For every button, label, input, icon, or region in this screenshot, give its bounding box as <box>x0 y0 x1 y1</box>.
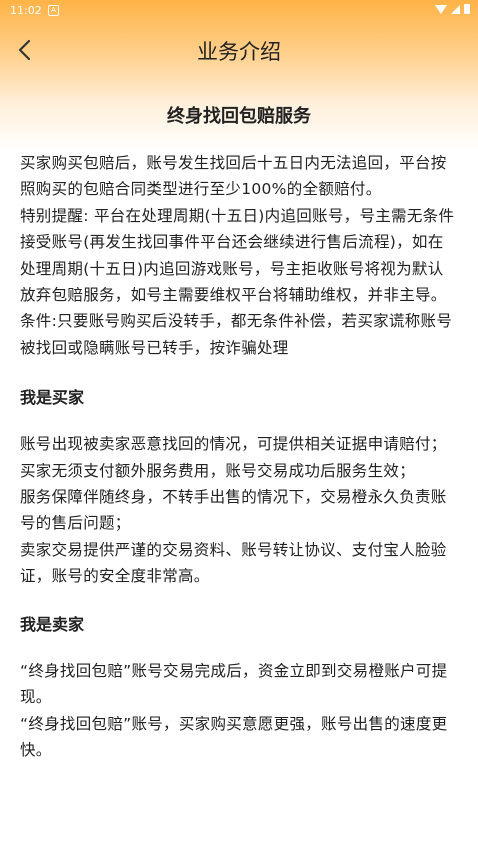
navbar: 业务介绍 <box>0 28 478 74</box>
buyer-paragraph: 买家无须支付额外服务费用，账号交易成功后服务生效； <box>20 461 416 480</box>
status-bar: 11:02 A <box>0 0 478 22</box>
article: 终身找回包赔服务 买家购买包赔后，账号发生找回后十五日内无法追回，平台按照购买的… <box>0 100 478 763</box>
intro-paragraph: 特别提醒: 平台在处理周期(十五日)内追回账号，号主需无条件接受账号(再发生找回… <box>20 206 455 305</box>
article-title: 终身找回包赔服务 <box>167 106 311 127</box>
section-heading-buyer: 我是买家 <box>20 388 85 408</box>
seller-paragraph: “终身找回包赔”账号，买家购买意愿更强，账号出售的速度更快。 <box>20 714 448 759</box>
notification-app-icon: A <box>48 5 59 16</box>
wifi-icon <box>435 4 447 14</box>
buyer-paragraph: 卖家交易提供严谨的交易资料、账号转让协议、支付宝人脸验证，账号的安全度非常高。 <box>20 540 447 586</box>
page-title: 业务介绍 <box>197 40 281 64</box>
battery-icon <box>464 4 470 14</box>
status-icons <box>435 4 470 14</box>
seller-paragraph: “终身找回包赔”账号交易完成后，资金立即到交易橙账户可提现。 <box>20 661 448 707</box>
buyer-paragraph: 服务保障伴随终身，不转手出售的情况下，交易橙永久负责账号的售后问题； <box>20 488 447 533</box>
status-time: 11:02 <box>10 4 42 17</box>
intro-paragraph: 买家购买包赔后，账号发生找回后十五日内无法追回，平台按照购买的包赔合同类型进行至… <box>20 154 447 199</box>
buyer-paragraph: 账号出现被卖家恶意找回的情况，可提供相关证据申请赔付； <box>20 435 447 454</box>
intro-paragraph: 条件:只要账号购买后没转手，都无条件补偿，若买家谎称账号被找回或隐瞒账号已转手，… <box>20 312 453 357</box>
signal-icon <box>451 4 460 14</box>
section-heading-seller: 我是卖家 <box>20 614 85 634</box>
